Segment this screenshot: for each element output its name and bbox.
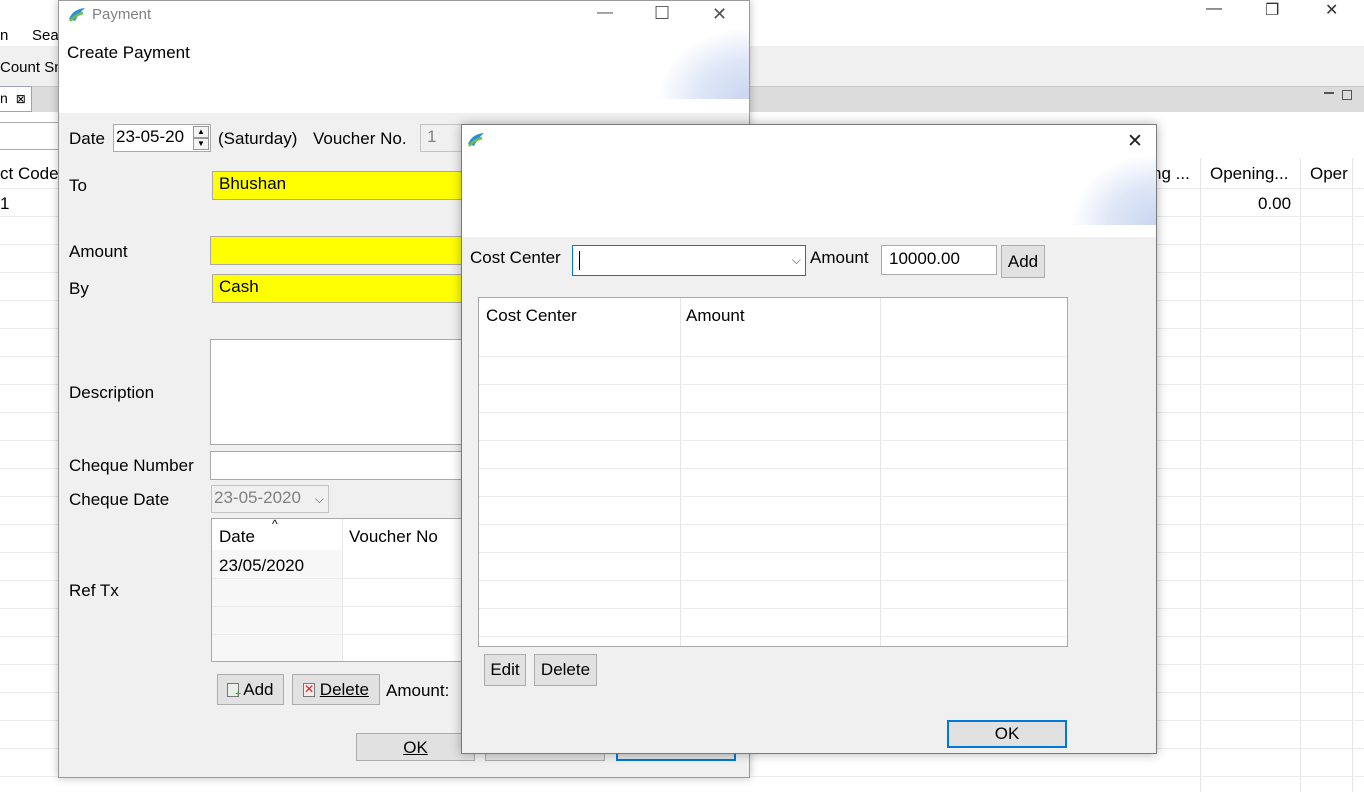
- text-caret: [579, 251, 580, 270]
- main-minimize-button[interactable]: —: [1206, 0, 1222, 18]
- table-column-divider: [880, 298, 881, 646]
- tab-close-icon[interactable]: ⊠: [16, 92, 26, 106]
- table-row-divider: [212, 634, 471, 635]
- editor-tab-label: n: [0, 90, 8, 106]
- payment-window-title: Payment: [92, 6, 152, 23]
- table-row-divider: [479, 384, 1067, 385]
- by-label: By: [69, 279, 89, 298]
- toolbar-item-partial[interactable]: Count Sn: [0, 59, 63, 76]
- row-cell-code: 1: [0, 194, 10, 213]
- table-row-divider: [212, 578, 471, 579]
- column-header-partial[interactable]: ng ...: [1152, 158, 1198, 188]
- cheque-number-field[interactable]: [210, 451, 472, 480]
- cost-center-table: Cost Center Amount: [478, 297, 1068, 647]
- table-row-divider: [479, 356, 1067, 357]
- to-field[interactable]: Bhushan: [212, 171, 472, 200]
- table-column-divider: [680, 298, 681, 646]
- cheque-number-label: Cheque Number: [69, 456, 194, 475]
- add-document-icon: +: [227, 683, 241, 700]
- spinner-down-icon[interactable]: ▼: [193, 138, 209, 150]
- cost-center-label: Cost Center: [470, 248, 561, 267]
- payment-ok-button[interactable]: OK: [356, 733, 475, 761]
- cost-center-dialog: ✕ Cost Center ⌵ Amount 10000.00 Add Cost…: [461, 124, 1157, 754]
- table-column-divider: [342, 519, 343, 661]
- table-row-divider: [479, 580, 1067, 581]
- date-value: 23-05-20: [116, 127, 185, 146]
- voucher-label: Voucher No.: [313, 129, 407, 148]
- table-row-divider: [479, 468, 1067, 469]
- cost-amount-field[interactable]: 10000.00: [881, 245, 997, 275]
- cheque-date-value: 23-05-2020: [214, 488, 301, 507]
- cost-table-header-amount[interactable]: Amount: [679, 300, 752, 332]
- cheque-date-picker: 23-05-2020 ⌵: [211, 485, 329, 513]
- ref-add-button[interactable]: + Add: [217, 674, 284, 705]
- banner-swoosh-decoration: [1072, 155, 1156, 225]
- cost-center-combobox[interactable]: ⌵: [572, 245, 806, 276]
- by-field[interactable]: Cash: [212, 274, 472, 303]
- row-cell-opening: 0.00: [1258, 194, 1292, 213]
- grid-line: [1300, 158, 1301, 792]
- app-logo-icon: [69, 8, 85, 22]
- app-logo-icon: [468, 133, 484, 147]
- ref-tx-header-date[interactable]: Date: [212, 521, 262, 553]
- column-header-opening-2[interactable]: Oper: [1310, 158, 1364, 188]
- cost-amount-label: Amount: [810, 248, 869, 267]
- ref-tx-table: Date ^ Voucher No 23/05/2020: [211, 517, 472, 662]
- table-row-divider: [479, 608, 1067, 609]
- banner-swoosh-decoration: [659, 29, 749, 99]
- ref-amount-label: Amount:: [386, 681, 450, 700]
- payment-ok-label: OK: [403, 738, 428, 757]
- cost-edit-button[interactable]: Edit: [484, 654, 526, 686]
- day-label: (Saturday): [218, 129, 298, 148]
- description-label: Description: [69, 383, 155, 402]
- chevron-down-icon[interactable]: ⌵: [792, 253, 801, 268]
- amount-field[interactable]: [210, 236, 472, 265]
- payment-heading: Create Payment: [67, 43, 190, 62]
- sort-ascending-icon: ^: [272, 517, 278, 531]
- column-header-opening[interactable]: Opening...: [1210, 158, 1300, 188]
- chevron-down-icon: ⌵: [314, 492, 324, 506]
- payment-header-banner: Create Payment: [59, 29, 749, 113]
- to-label: To: [69, 176, 87, 195]
- grid-line: [1352, 158, 1353, 792]
- filter-input[interactable]: [0, 122, 60, 150]
- editor-tab[interactable]: n ⊠: [0, 86, 32, 112]
- cost-center-header-banner: ✕: [462, 125, 1156, 237]
- menu-item-partial[interactable]: n: [0, 27, 8, 44]
- cost-table-header-center[interactable]: Cost Center: [479, 300, 584, 332]
- payment-titlebar: Payment — ☐ ✕: [59, 1, 749, 29]
- payment-minimize-button[interactable]: —: [597, 4, 613, 22]
- date-label: Date: [69, 129, 105, 148]
- cost-center-close-button[interactable]: ✕: [1127, 130, 1143, 153]
- cost-ok-button[interactable]: OK: [947, 720, 1067, 748]
- amount-label: Amount: [69, 242, 128, 261]
- menu-item-search[interactable]: Sea: [32, 27, 59, 44]
- cost-delete-button[interactable]: Delete: [534, 654, 597, 686]
- ref-delete-label: Delete: [319, 680, 369, 699]
- view-minimize-icon[interactable]: [1324, 92, 1334, 94]
- main-restore-button[interactable]: ❐: [1265, 0, 1279, 20]
- ref-add-label: Add: [243, 680, 274, 699]
- ref-delete-button[interactable]: ✕ Delete: [292, 674, 380, 705]
- spinner-up-icon[interactable]: ▲: [193, 126, 209, 138]
- view-maximize-icon[interactable]: [1342, 90, 1352, 100]
- cost-add-button[interactable]: Add: [1001, 245, 1045, 278]
- cheque-date-label: Cheque Date: [69, 490, 170, 509]
- grid-line: [1200, 158, 1201, 792]
- main-close-button[interactable]: ✕: [1325, 0, 1338, 20]
- column-header-code[interactable]: ct Code: [0, 158, 60, 188]
- payment-maximize-button[interactable]: ☐: [654, 3, 670, 24]
- payment-close-button[interactable]: ✕: [712, 4, 727, 25]
- table-row-divider: [479, 440, 1067, 441]
- table-row-divider: [479, 524, 1067, 525]
- table-row-divider: [479, 412, 1067, 413]
- table-row-divider: [479, 636, 1067, 637]
- table-row-divider: [212, 606, 471, 607]
- ref-tx-header-voucher[interactable]: Voucher No: [342, 521, 445, 553]
- ref-tx-label: Ref Tx: [69, 581, 119, 600]
- table-row-divider: [479, 552, 1067, 553]
- delete-document-icon: ✕: [303, 682, 316, 697]
- description-textarea[interactable]: [210, 339, 472, 445]
- table-row-divider: [479, 496, 1067, 497]
